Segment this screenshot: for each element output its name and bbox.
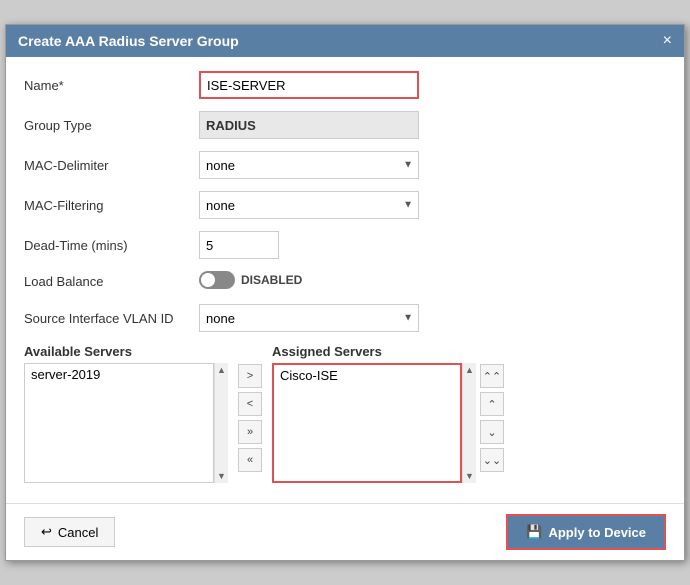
- toggle-knob: [201, 273, 215, 287]
- remove-server-button[interactable]: <: [238, 392, 262, 416]
- mac-filtering-row: MAC-Filtering none enabled ▼: [24, 191, 666, 219]
- move-down-button[interactable]: ⌄: [480, 420, 504, 444]
- mac-delimiter-select[interactable]: none colon hyphen dot: [199, 151, 419, 179]
- group-type-label: Group Type: [24, 118, 199, 133]
- servers-section: Available Servers server-2019 ▲ ▼ > < »: [24, 344, 666, 483]
- add-server-button[interactable]: >: [238, 364, 262, 388]
- available-scroll-up-icon[interactable]: ▲: [215, 363, 228, 377]
- source-interface-label: Source Interface VLAN ID: [24, 311, 199, 326]
- remove-all-servers-button[interactable]: «: [238, 448, 262, 472]
- load-balance-row: Load Balance DISABLED: [24, 271, 666, 292]
- mac-filtering-wrapper: none enabled ▼: [199, 191, 419, 219]
- dialog-title: Create AAA Radius Server Group: [18, 33, 239, 49]
- cancel-label: Cancel: [58, 525, 98, 540]
- mac-delimiter-wrapper: none colon hyphen dot ▼: [199, 151, 419, 179]
- load-balance-toggle[interactable]: [199, 271, 235, 289]
- group-type-row: Group Type RADIUS: [24, 111, 666, 139]
- load-balance-state: DISABLED: [241, 273, 302, 287]
- assigned-server-list-wrapper: Cisco-ISE ▲ ▼: [272, 363, 476, 483]
- load-balance-label: Load Balance: [24, 274, 199, 289]
- available-server-list[interactable]: server-2019: [24, 363, 214, 483]
- source-interface-row: Source Interface VLAN ID none ▼: [24, 304, 666, 332]
- available-server-list-wrapper: server-2019 ▲ ▼: [24, 363, 228, 483]
- name-input[interactable]: [199, 71, 419, 99]
- mac-delimiter-control: none colon hyphen dot ▼: [199, 151, 666, 179]
- order-buttons: ⌃⌃ ⌃ ⌄ ⌄⌄: [480, 364, 504, 472]
- dead-time-label: Dead-Time (mins): [24, 238, 199, 253]
- assigned-scroll-down-icon[interactable]: ▼: [463, 469, 476, 483]
- available-servers-panel: Available Servers server-2019 ▲ ▼: [24, 344, 228, 483]
- dialog-footer: ↩ Cancel 💾 Apply to Device: [6, 503, 684, 560]
- load-balance-control: DISABLED: [199, 271, 666, 292]
- apply-to-device-button[interactable]: 💾 Apply to Device: [506, 514, 666, 550]
- move-up-button[interactable]: ⌃: [480, 392, 504, 416]
- cancel-icon: ↩: [41, 524, 52, 540]
- list-item[interactable]: server-2019: [25, 364, 213, 385]
- name-label: Name*: [24, 78, 199, 93]
- name-control: [199, 71, 666, 99]
- dialog: Create AAA Radius Server Group × Name* G…: [5, 24, 685, 561]
- mac-filtering-control: none enabled ▼: [199, 191, 666, 219]
- mac-filtering-select[interactable]: none enabled: [199, 191, 419, 219]
- group-type-value: RADIUS: [199, 111, 419, 139]
- dead-time-control: [199, 231, 666, 259]
- source-interface-select[interactable]: none: [199, 304, 419, 332]
- transfer-buttons: > < » «: [232, 364, 268, 472]
- load-balance-toggle-wrapper[interactable]: DISABLED: [199, 271, 302, 289]
- move-top-button[interactable]: ⌃⌃: [480, 364, 504, 388]
- dialog-header: Create AAA Radius Server Group ×: [6, 25, 684, 57]
- available-servers-label: Available Servers: [24, 344, 228, 359]
- assigned-scroll-up-icon[interactable]: ▲: [463, 363, 476, 377]
- move-bottom-button[interactable]: ⌄⌄: [480, 448, 504, 472]
- group-type-control: RADIUS: [199, 111, 666, 139]
- list-item[interactable]: Cisco-ISE: [274, 365, 460, 386]
- dead-time-input[interactable]: [199, 231, 279, 259]
- dialog-body: Name* Group Type RADIUS MAC-Delimiter no…: [6, 57, 684, 503]
- assigned-server-list[interactable]: Cisco-ISE: [272, 363, 462, 483]
- source-interface-wrapper: none ▼: [199, 304, 419, 332]
- available-scrollbar: ▲ ▼: [214, 363, 228, 483]
- mac-delimiter-label: MAC-Delimiter: [24, 158, 199, 173]
- mac-delimiter-row: MAC-Delimiter none colon hyphen dot ▼: [24, 151, 666, 179]
- cancel-button[interactable]: ↩ Cancel: [24, 517, 115, 547]
- assigned-scrollbar: ▲ ▼: [462, 363, 476, 483]
- close-button[interactable]: ×: [663, 33, 672, 49]
- source-interface-control: none ▼: [199, 304, 666, 332]
- mac-filtering-label: MAC-Filtering: [24, 198, 199, 213]
- save-icon: 💾: [526, 524, 542, 540]
- assigned-servers-label: Assigned Servers: [272, 344, 476, 359]
- add-all-servers-button[interactable]: »: [238, 420, 262, 444]
- assigned-servers-panel: Assigned Servers Cisco-ISE ▲ ▼: [272, 344, 476, 483]
- dead-time-row: Dead-Time (mins): [24, 231, 666, 259]
- available-scroll-down-icon[interactable]: ▼: [215, 469, 228, 483]
- name-row: Name*: [24, 71, 666, 99]
- apply-label: Apply to Device: [548, 525, 646, 540]
